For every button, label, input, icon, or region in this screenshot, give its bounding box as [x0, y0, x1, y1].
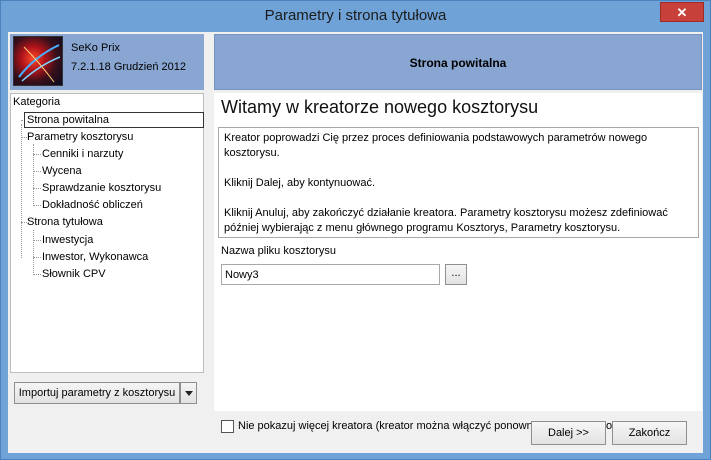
left-panel: SeKo Prix 7.2.1.18 Grudzień 2012 Kategor…: [8, 32, 207, 453]
next-button[interactable]: Dalej >>: [531, 421, 606, 445]
tree-item-parametry-kosztorysu[interactable]: Parametry kosztorysu: [25, 130, 135, 146]
finish-button[interactable]: Zakończ: [612, 421, 687, 445]
description-paragraph: Kliknij Anuluj, aby zakończyć działanie …: [224, 207, 668, 234]
tree-connector: [33, 230, 34, 275]
title-bar[interactable]: Parametry i strona tytułowa ✕: [1, 1, 710, 32]
app-name: SeKo Prix: [71, 42, 120, 54]
tree-item-strona-tytulowa[interactable]: Strona tytułowa: [25, 215, 105, 231]
tree-item-inwestor-wykonawca[interactable]: Inwestor, Wykonawca: [40, 250, 150, 266]
description-box: Kreator poprowadzi Cię przez proces defi…: [218, 127, 699, 238]
description-paragraph: Kreator poprowadzi Cię przez proces defi…: [224, 132, 648, 159]
page-header-title: Strona powitalna: [409, 56, 507, 70]
tree-item-cenniki[interactable]: Cenniki i narzuty: [40, 147, 125, 163]
file-name-input[interactable]: [221, 264, 440, 285]
close-button[interactable]: ✕: [660, 2, 704, 22]
tree-item-slownik-cpv[interactable]: Słownik CPV: [40, 267, 108, 283]
window-title: Parametry i strona tytułowa: [264, 7, 447, 24]
file-name-label: Nazwa pliku kosztorysu: [221, 245, 336, 257]
dont-show-again-checkbox[interactable]: [221, 420, 234, 433]
import-dropdown-arrow-icon[interactable]: [180, 382, 197, 404]
tree-item-strona-powitalna[interactable]: Strona powitalna: [24, 112, 204, 128]
tree-item-wycena[interactable]: Wycena: [40, 164, 84, 180]
category-tree[interactable]: Kategoria Strona powitalna Parametry kos…: [10, 93, 204, 373]
page-title: Witamy w kreatorze nowego kosztorysu: [221, 97, 539, 117]
content-panel: Witamy w kreatorze nowego kosztorysu Kre…: [214, 93, 702, 411]
import-parameters-button[interactable]: Importuj parametry z kosztorysu: [14, 382, 180, 404]
description-paragraph: Kliknij Dalej, aby kontynuować.: [224, 177, 376, 189]
browse-button[interactable]: ...: [445, 264, 467, 285]
dialog-client-area: SeKo Prix 7.2.1.18 Grudzień 2012 Kategor…: [8, 32, 703, 453]
app-header: SeKo Prix 7.2.1.18 Grudzień 2012: [10, 34, 204, 90]
tree-header: Kategoria: [13, 96, 61, 108]
tree-item-dokladnosc[interactable]: Dokładność obliczeń: [40, 198, 145, 214]
tree-item-inwestycja[interactable]: Inwestycja: [40, 233, 95, 249]
tree-connector: [21, 124, 22, 258]
page-header: Strona powitalna: [214, 34, 702, 90]
tree-item-sprawdzanie[interactable]: Sprawdzanie kosztorysu: [40, 181, 163, 197]
app-version: 7.2.1.18 Grudzień 2012: [71, 61, 186, 73]
wizard-window: Parametry i strona tytułowa ✕ SeKo Prix …: [0, 0, 711, 460]
app-logo-icon: [13, 36, 63, 86]
